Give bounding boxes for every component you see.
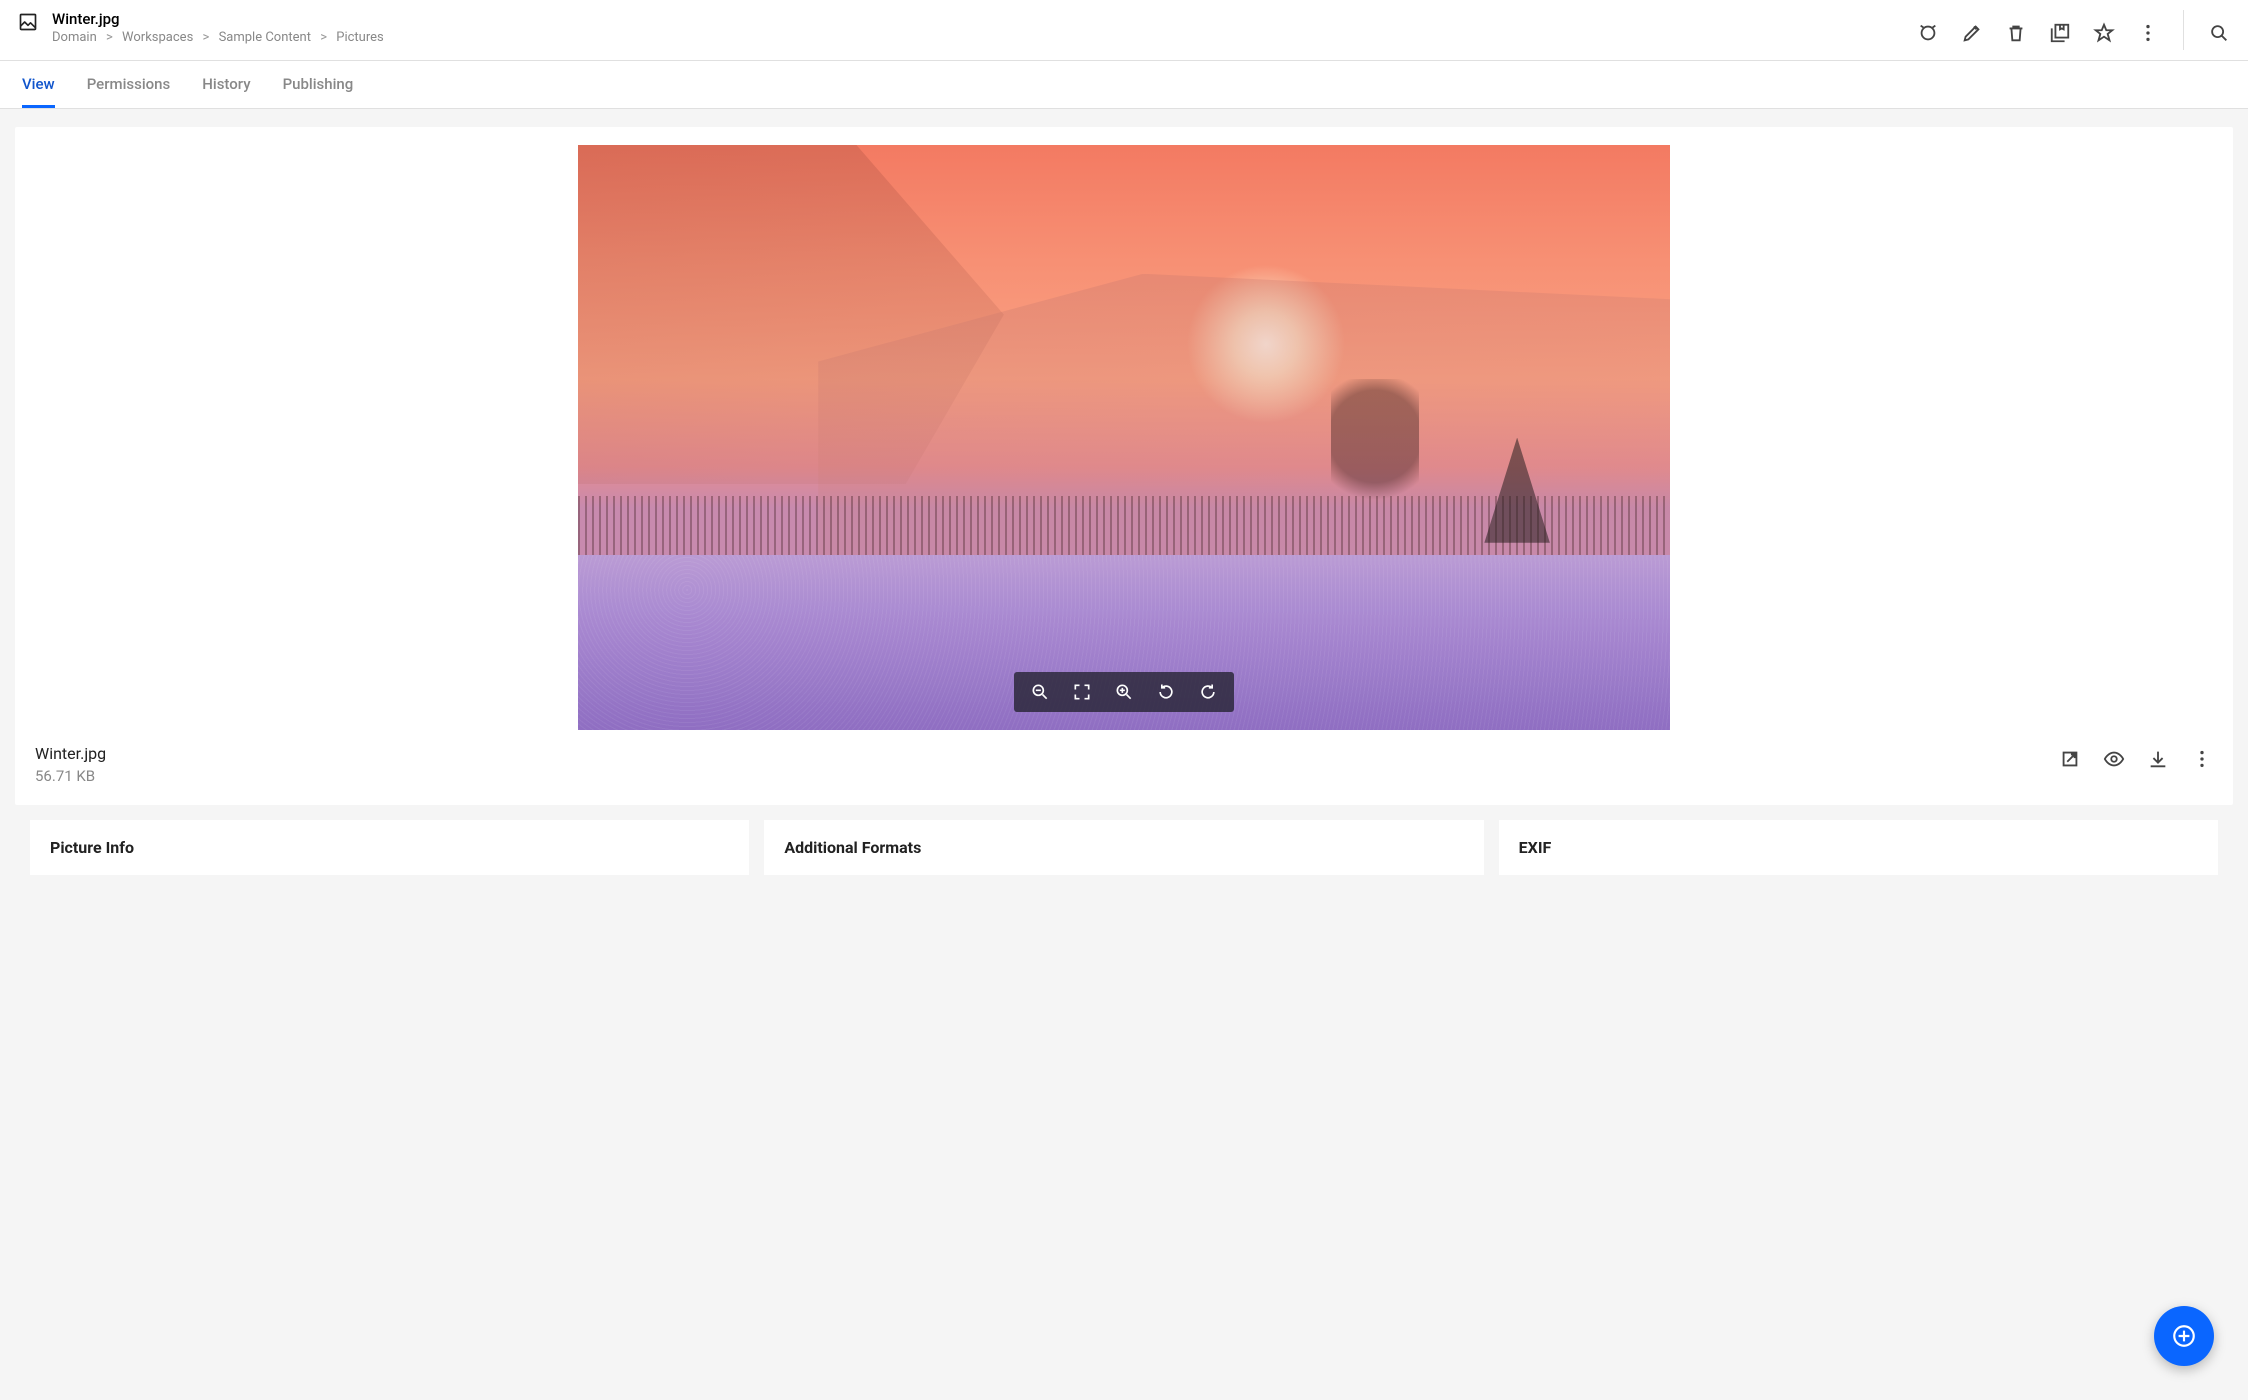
- preview-card: Winter.jpg 56.71 KB: [15, 127, 2233, 805]
- info-panels: Picture Info Additional Formats EXIF: [15, 805, 2233, 890]
- file-name: Winter.jpg: [35, 744, 106, 763]
- collections-icon[interactable]: [2049, 22, 2071, 44]
- rotate-right-icon[interactable]: [1198, 682, 1218, 702]
- more-vert-icon[interactable]: [2137, 22, 2159, 44]
- plus-circle-icon: [2171, 1323, 2197, 1349]
- image-file-icon: [18, 12, 38, 32]
- file-size: 56.71 KB: [35, 767, 106, 785]
- panel-title: Additional Formats: [784, 838, 1463, 857]
- add-fab[interactable]: [2154, 1306, 2214, 1366]
- tab-history[interactable]: History: [202, 61, 250, 108]
- file-meta: Winter.jpg 56.71 KB: [33, 730, 2215, 785]
- edit-icon[interactable]: [1961, 22, 1983, 44]
- file-actions: [2059, 744, 2213, 770]
- breadcrumb-item[interactable]: Pictures: [336, 30, 383, 45]
- breadcrumb: Domain > Workspaces > Sample Content > P…: [52, 30, 384, 45]
- header-left: Winter.jpg Domain > Workspaces > Sample …: [18, 10, 1917, 45]
- breadcrumb-item[interactable]: Domain: [52, 30, 97, 45]
- panel-title: EXIF: [1519, 838, 2198, 857]
- rotate-left-icon[interactable]: [1156, 682, 1176, 702]
- panel-additional-formats: Additional Formats: [764, 820, 1483, 875]
- zoom-out-icon[interactable]: [1030, 682, 1050, 702]
- main-content: Winter.jpg 56.71 KB: [0, 109, 2248, 890]
- viewer-controls: [1014, 672, 1234, 712]
- alarm-icon[interactable]: [1917, 22, 1939, 44]
- panel-exif: EXIF: [1499, 820, 2218, 875]
- breadcrumb-item[interactable]: Workspaces: [122, 30, 193, 45]
- header-divider: [2183, 10, 2184, 50]
- tab-view[interactable]: View: [22, 61, 55, 108]
- page-title: Winter.jpg: [52, 10, 384, 28]
- breadcrumb-item[interactable]: Sample Content: [219, 30, 311, 45]
- delete-icon[interactable]: [2005, 22, 2027, 44]
- eye-icon[interactable]: [2103, 748, 2125, 770]
- file-meta-text: Winter.jpg 56.71 KB: [35, 744, 106, 785]
- image-preview[interactable]: [578, 145, 1670, 730]
- panel-picture-info: Picture Info: [30, 820, 749, 875]
- fullscreen-icon[interactable]: [1072, 682, 1092, 702]
- breadcrumb-sep: >: [320, 30, 327, 45]
- breadcrumb-sep: >: [106, 30, 113, 45]
- search-icon[interactable]: [2208, 22, 2230, 44]
- header-actions: [1917, 10, 2230, 50]
- panel-title: Picture Info: [50, 838, 729, 857]
- tab-publishing[interactable]: Publishing: [283, 61, 354, 108]
- breadcrumb-sep: >: [203, 30, 210, 45]
- page-header: Winter.jpg Domain > Workspaces > Sample …: [0, 0, 2248, 61]
- tab-permissions[interactable]: Permissions: [87, 61, 171, 108]
- zoom-in-icon[interactable]: [1114, 682, 1134, 702]
- tabs: View Permissions History Publishing: [0, 61, 2248, 109]
- open-in-new-icon[interactable]: [2059, 748, 2081, 770]
- star-icon[interactable]: [2093, 22, 2115, 44]
- download-icon[interactable]: [2147, 748, 2169, 770]
- more-vert-icon[interactable]: [2191, 748, 2213, 770]
- title-block: Winter.jpg Domain > Workspaces > Sample …: [52, 10, 384, 45]
